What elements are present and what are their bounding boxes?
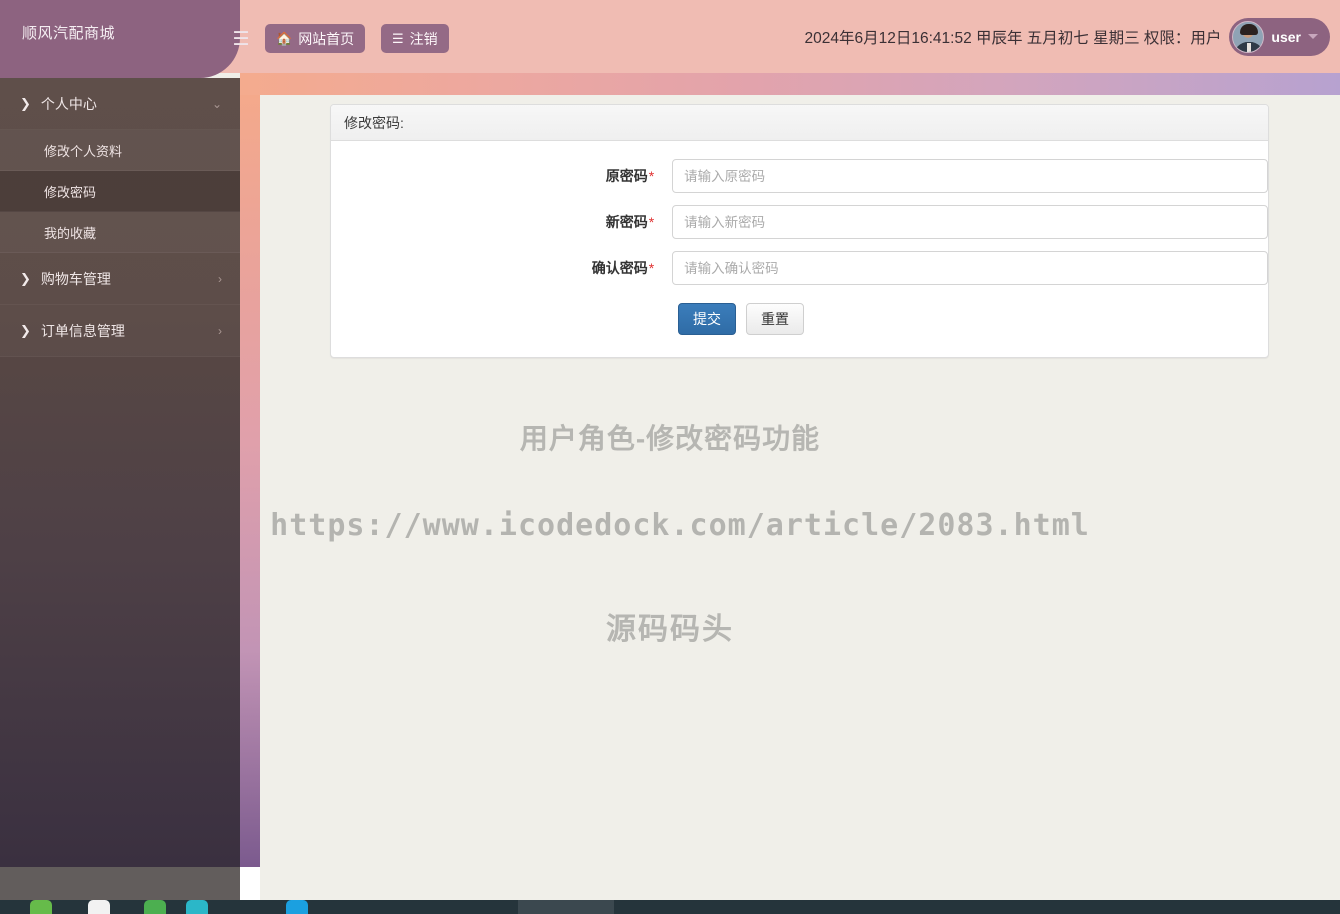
change-password-panel: 修改密码: 原密码* 新密码* 确认密码* 提交 重置 xyxy=(330,104,1269,358)
taskbar-icon-3[interactable] xyxy=(144,900,166,914)
confirm-password-input[interactable] xyxy=(672,251,1268,285)
os-taskbar[interactable] xyxy=(0,900,1340,914)
taskbar-icon-2[interactable] xyxy=(88,900,110,914)
user-menu[interactable]: user xyxy=(1229,17,1330,56)
desktop-strip-left xyxy=(0,867,240,900)
sidebar-submenu-personal-center: 修改个人资料 修改密码 我的收藏 xyxy=(0,130,240,253)
top-header-bar: 顺风汽配商城 ☰ 🏠 网站首页 ☰ 注销 2024年6月12日16:41:52 … xyxy=(0,0,1340,78)
chevron-right-icon: ❯ xyxy=(20,270,31,286)
form-actions: 提交 重置 xyxy=(331,303,1268,335)
hamburger-icon[interactable]: ☰ xyxy=(228,26,254,52)
required-mark: * xyxy=(648,260,655,276)
sidebar-group-label: 订单信息管理 xyxy=(40,322,125,339)
form-row-old-password: 原密码* xyxy=(331,159,1268,193)
form-row-new-password: 新密码* xyxy=(331,205,1268,239)
sidebar-item-order-management[interactable]: ❯ 订单信息管理 › xyxy=(0,305,240,357)
taskbar-icon-5[interactable] xyxy=(286,900,308,914)
old-password-label: 原密码* xyxy=(331,166,672,186)
chevron-right-end-icon: › xyxy=(218,323,222,338)
sidebar-gradient-gutter xyxy=(240,95,260,867)
panel-title: 修改密码: xyxy=(331,105,1268,141)
caret-down-icon xyxy=(1308,34,1318,39)
user-name-label: user xyxy=(1271,28,1301,45)
submit-button[interactable]: 提交 xyxy=(678,303,736,335)
sidebar-subitem-label: 我的收藏 xyxy=(44,225,97,241)
new-password-input[interactable] xyxy=(672,205,1268,239)
datetime-readout: 2024年6月12日16:41:52 甲辰年 五月初七 星期三 权限：用户 xyxy=(804,29,1222,47)
new-password-label-text: 新密码 xyxy=(605,214,648,230)
chevron-down-icon: ⌄ xyxy=(211,96,222,111)
required-mark: * xyxy=(648,214,655,230)
confirm-password-label-text: 确认密码 xyxy=(591,260,648,276)
desktop-strip-gutter xyxy=(240,867,260,900)
confirm-password-label: 确认密码* xyxy=(331,258,672,278)
sidebar-navigation: ❯ 个人中心 ⌄ 修改个人资料 修改密码 我的收藏 ❯ 购物车管理 › ❯ 订单… xyxy=(0,78,240,867)
brand-title: 顺风汽配商城 xyxy=(22,25,116,42)
chevron-right-icon: ❯ xyxy=(20,95,31,111)
site-home-label: 网站首页 xyxy=(298,30,355,47)
panel-body: 原密码* 新密码* 确认密码* 提交 重置 xyxy=(331,141,1268,357)
required-mark: * xyxy=(648,168,655,184)
sidebar-group-cart-management: ❯ 购物车管理 › xyxy=(0,253,240,305)
sidebar-item-cart-management[interactable]: ❯ 购物车管理 › xyxy=(0,253,240,305)
sidebar-group-label: 购物车管理 xyxy=(40,270,111,287)
sidebar-item-personal-center[interactable]: ❯ 个人中心 ⌄ xyxy=(0,78,240,130)
chevron-right-end-icon: › xyxy=(218,271,222,286)
home-icon: 🏠 xyxy=(276,30,293,46)
taskbar-active-window[interactable] xyxy=(518,900,614,914)
form-row-confirm-password: 确认密码* xyxy=(331,251,1268,285)
taskbar-icon-4[interactable] xyxy=(186,900,208,914)
app-window: 顺风汽配商城 ☰ 🏠 网站首页 ☰ 注销 2024年6月12日16:41:52 … xyxy=(0,0,1340,914)
sidebar-group-personal-center: ❯ 个人中心 ⌄ 修改个人资料 修改密码 我的收藏 xyxy=(0,78,240,253)
reset-button[interactable]: 重置 xyxy=(746,303,804,335)
sidebar-group-order-management: ❯ 订单信息管理 › xyxy=(0,305,240,357)
sidebar-item-change-password[interactable]: 修改密码 xyxy=(0,171,240,212)
sidebar-subitem-label: 修改密码 xyxy=(44,184,97,200)
new-password-label: 新密码* xyxy=(331,212,672,232)
logout-label: 注销 xyxy=(409,30,438,47)
sidebar-group-label: 个人中心 xyxy=(40,95,97,112)
bars-icon: ☰ xyxy=(392,30,404,46)
site-home-button[interactable]: 🏠 网站首页 xyxy=(265,24,366,53)
header-gradient-band xyxy=(240,73,1340,95)
old-password-input[interactable] xyxy=(672,159,1268,193)
logout-button[interactable]: ☰ 注销 xyxy=(381,24,449,53)
taskbar-icon-1[interactable] xyxy=(30,900,52,914)
chevron-right-icon: ❯ xyxy=(20,322,31,338)
brand-block: 顺风汽配商城 xyxy=(0,0,240,78)
old-password-label-text: 原密码 xyxy=(605,168,648,184)
sidebar-item-my-favorites[interactable]: 我的收藏 xyxy=(0,212,240,253)
header-right-area: 2024年6月12日16:41:52 甲辰年 五月初七 星期三 权限：用户 us… xyxy=(805,0,1340,73)
sidebar-subitem-label: 修改个人资料 xyxy=(44,143,123,159)
sidebar-item-edit-profile[interactable]: 修改个人资料 xyxy=(0,130,240,171)
avatar xyxy=(1232,20,1265,53)
